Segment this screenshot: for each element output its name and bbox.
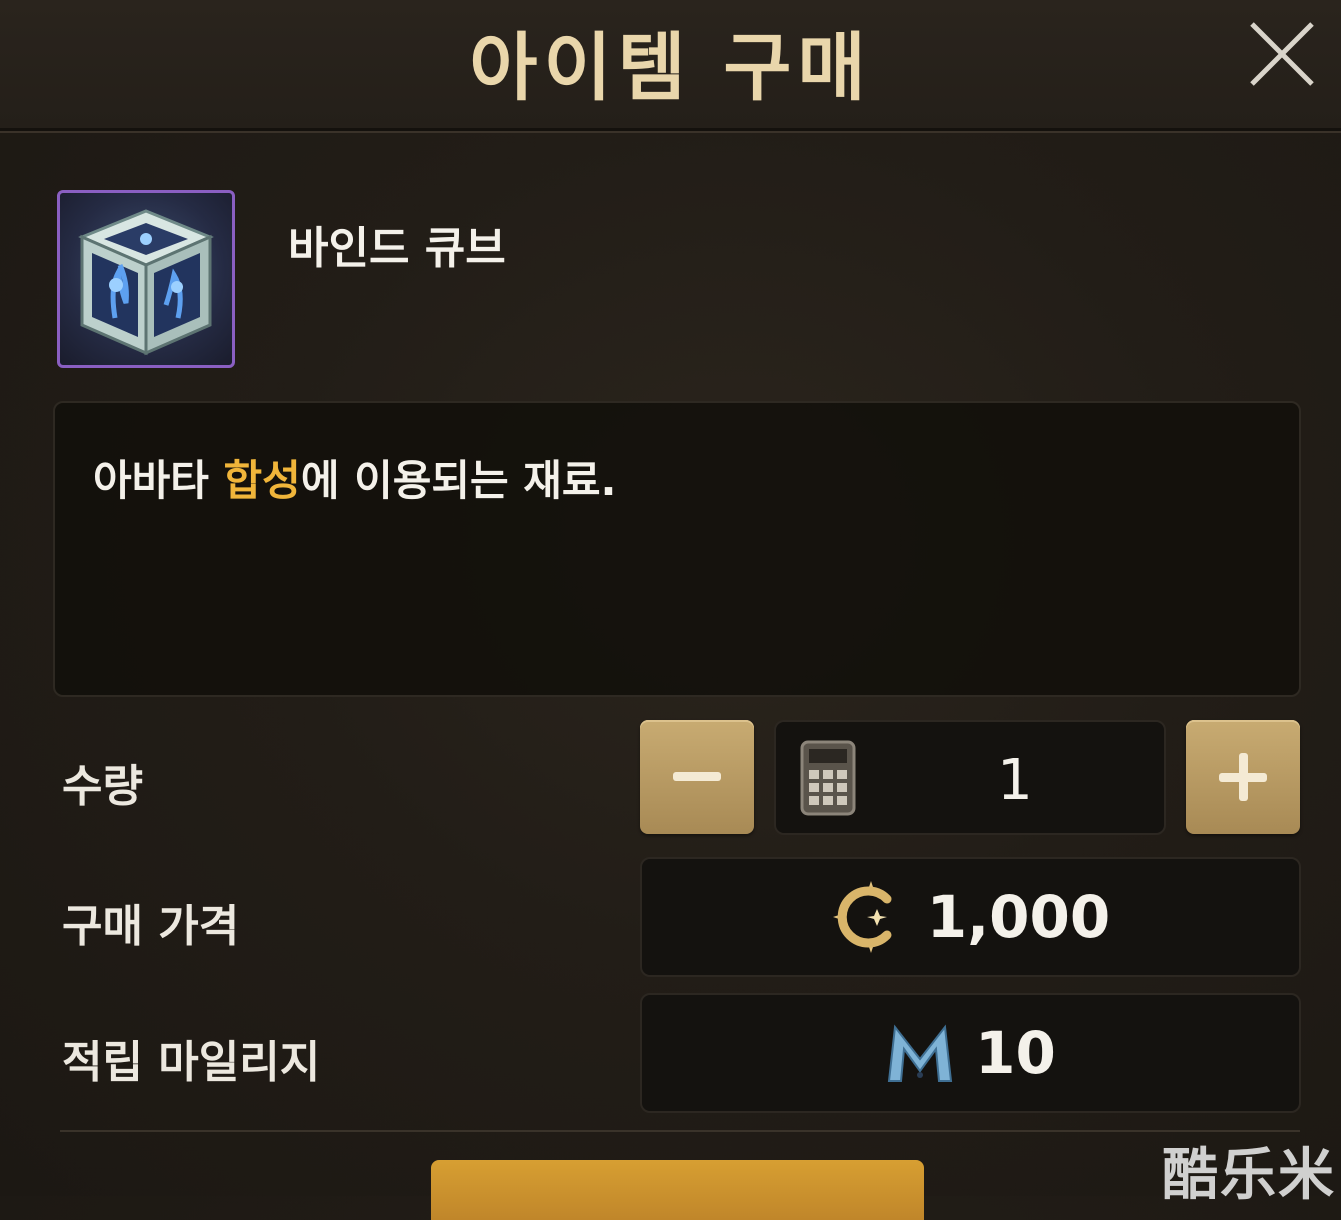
- item-description-box: 아바타 합성에 이용되는 재료.: [53, 401, 1301, 697]
- close-icon: [1250, 22, 1314, 86]
- minus-icon: [673, 772, 721, 781]
- price-display: 1,000: [640, 857, 1301, 977]
- item-name: 바인드 큐브: [288, 223, 506, 274]
- dialog-header: 아이템 구매: [0, 0, 1341, 131]
- item-description: 아바타 합성에 이용되는 재료.: [93, 447, 617, 508]
- increase-quantity-button[interactable]: [1186, 720, 1300, 834]
- watermark: 酷乐米: [1162, 1143, 1336, 1208]
- divider: [60, 1130, 1300, 1132]
- description-highlight: 합성: [223, 456, 301, 505]
- mileage-label: 적립 마일리지: [62, 1037, 321, 1088]
- close-button[interactable]: [1244, 16, 1320, 92]
- buy-button[interactable]: [431, 1160, 924, 1220]
- gold-coin-icon: [832, 881, 892, 953]
- quantity-field[interactable]: 1: [774, 720, 1166, 835]
- item-icon: [57, 190, 235, 368]
- description-text-start: 아바타: [93, 456, 224, 505]
- description-text-end: 에 이용되는 재료.: [300, 456, 617, 505]
- cube-icon: [78, 209, 214, 356]
- mileage-display: 10: [640, 993, 1301, 1113]
- mileage-value: 10: [975, 1019, 1056, 1087]
- decrease-quantity-button[interactable]: [640, 720, 754, 834]
- price-label: 구매 가격: [62, 901, 240, 952]
- dialog-title: 아이템 구매: [469, 25, 872, 111]
- plus-icon-vertical: [1239, 753, 1248, 801]
- price-value: 1,000: [926, 883, 1111, 951]
- quantity-value: 1: [997, 748, 1033, 813]
- mileage-m-icon: [888, 1024, 953, 1082]
- quantity-label: 수량: [62, 761, 143, 812]
